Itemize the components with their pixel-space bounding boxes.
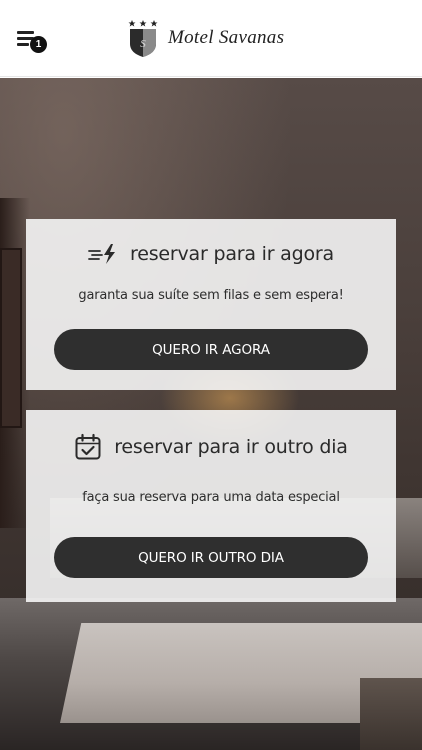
brand-logo[interactable]: S Motel Savanas [128,18,284,58]
menu-button[interactable]: 1 [17,28,49,54]
reserve-later-title: reservar para ir outro dia [26,432,396,462]
app-header: 1 S Motel Savanas [0,0,422,77]
photo-wall-frame [0,248,22,428]
card-title-text: reservar para ir agora [130,243,334,265]
menu-icon-line [17,43,29,46]
reserve-now-title: reservar para ir agora [26,240,396,268]
reserve-now-button[interactable]: QUERO IR AGORA [54,329,368,370]
lightning-speed-icon [88,243,118,265]
reserve-later-button[interactable]: QUERO IR OUTRO DIA [54,537,368,578]
reserve-now-subtitle: garanta sua suíte sem filas e sem espera… [78,288,344,303]
reserve-later-card: reservar para ir outro dia faça sua rese… [26,410,396,602]
brand-name: Motel Savanas [168,27,285,48]
photo-floor [360,678,422,750]
reserve-later-subtitle: faça sua reserva para uma data especial [82,490,340,505]
shield-crest-icon: S [128,20,158,57]
reserve-now-card: reservar para ir agora garanta sua suíte… [26,219,396,390]
svg-text:S: S [140,38,146,50]
notification-badge: 1 [30,36,47,53]
card-title-text: reservar para ir outro dia [114,436,348,458]
calendar-check-icon [74,433,102,461]
menu-icon-line [17,31,34,34]
